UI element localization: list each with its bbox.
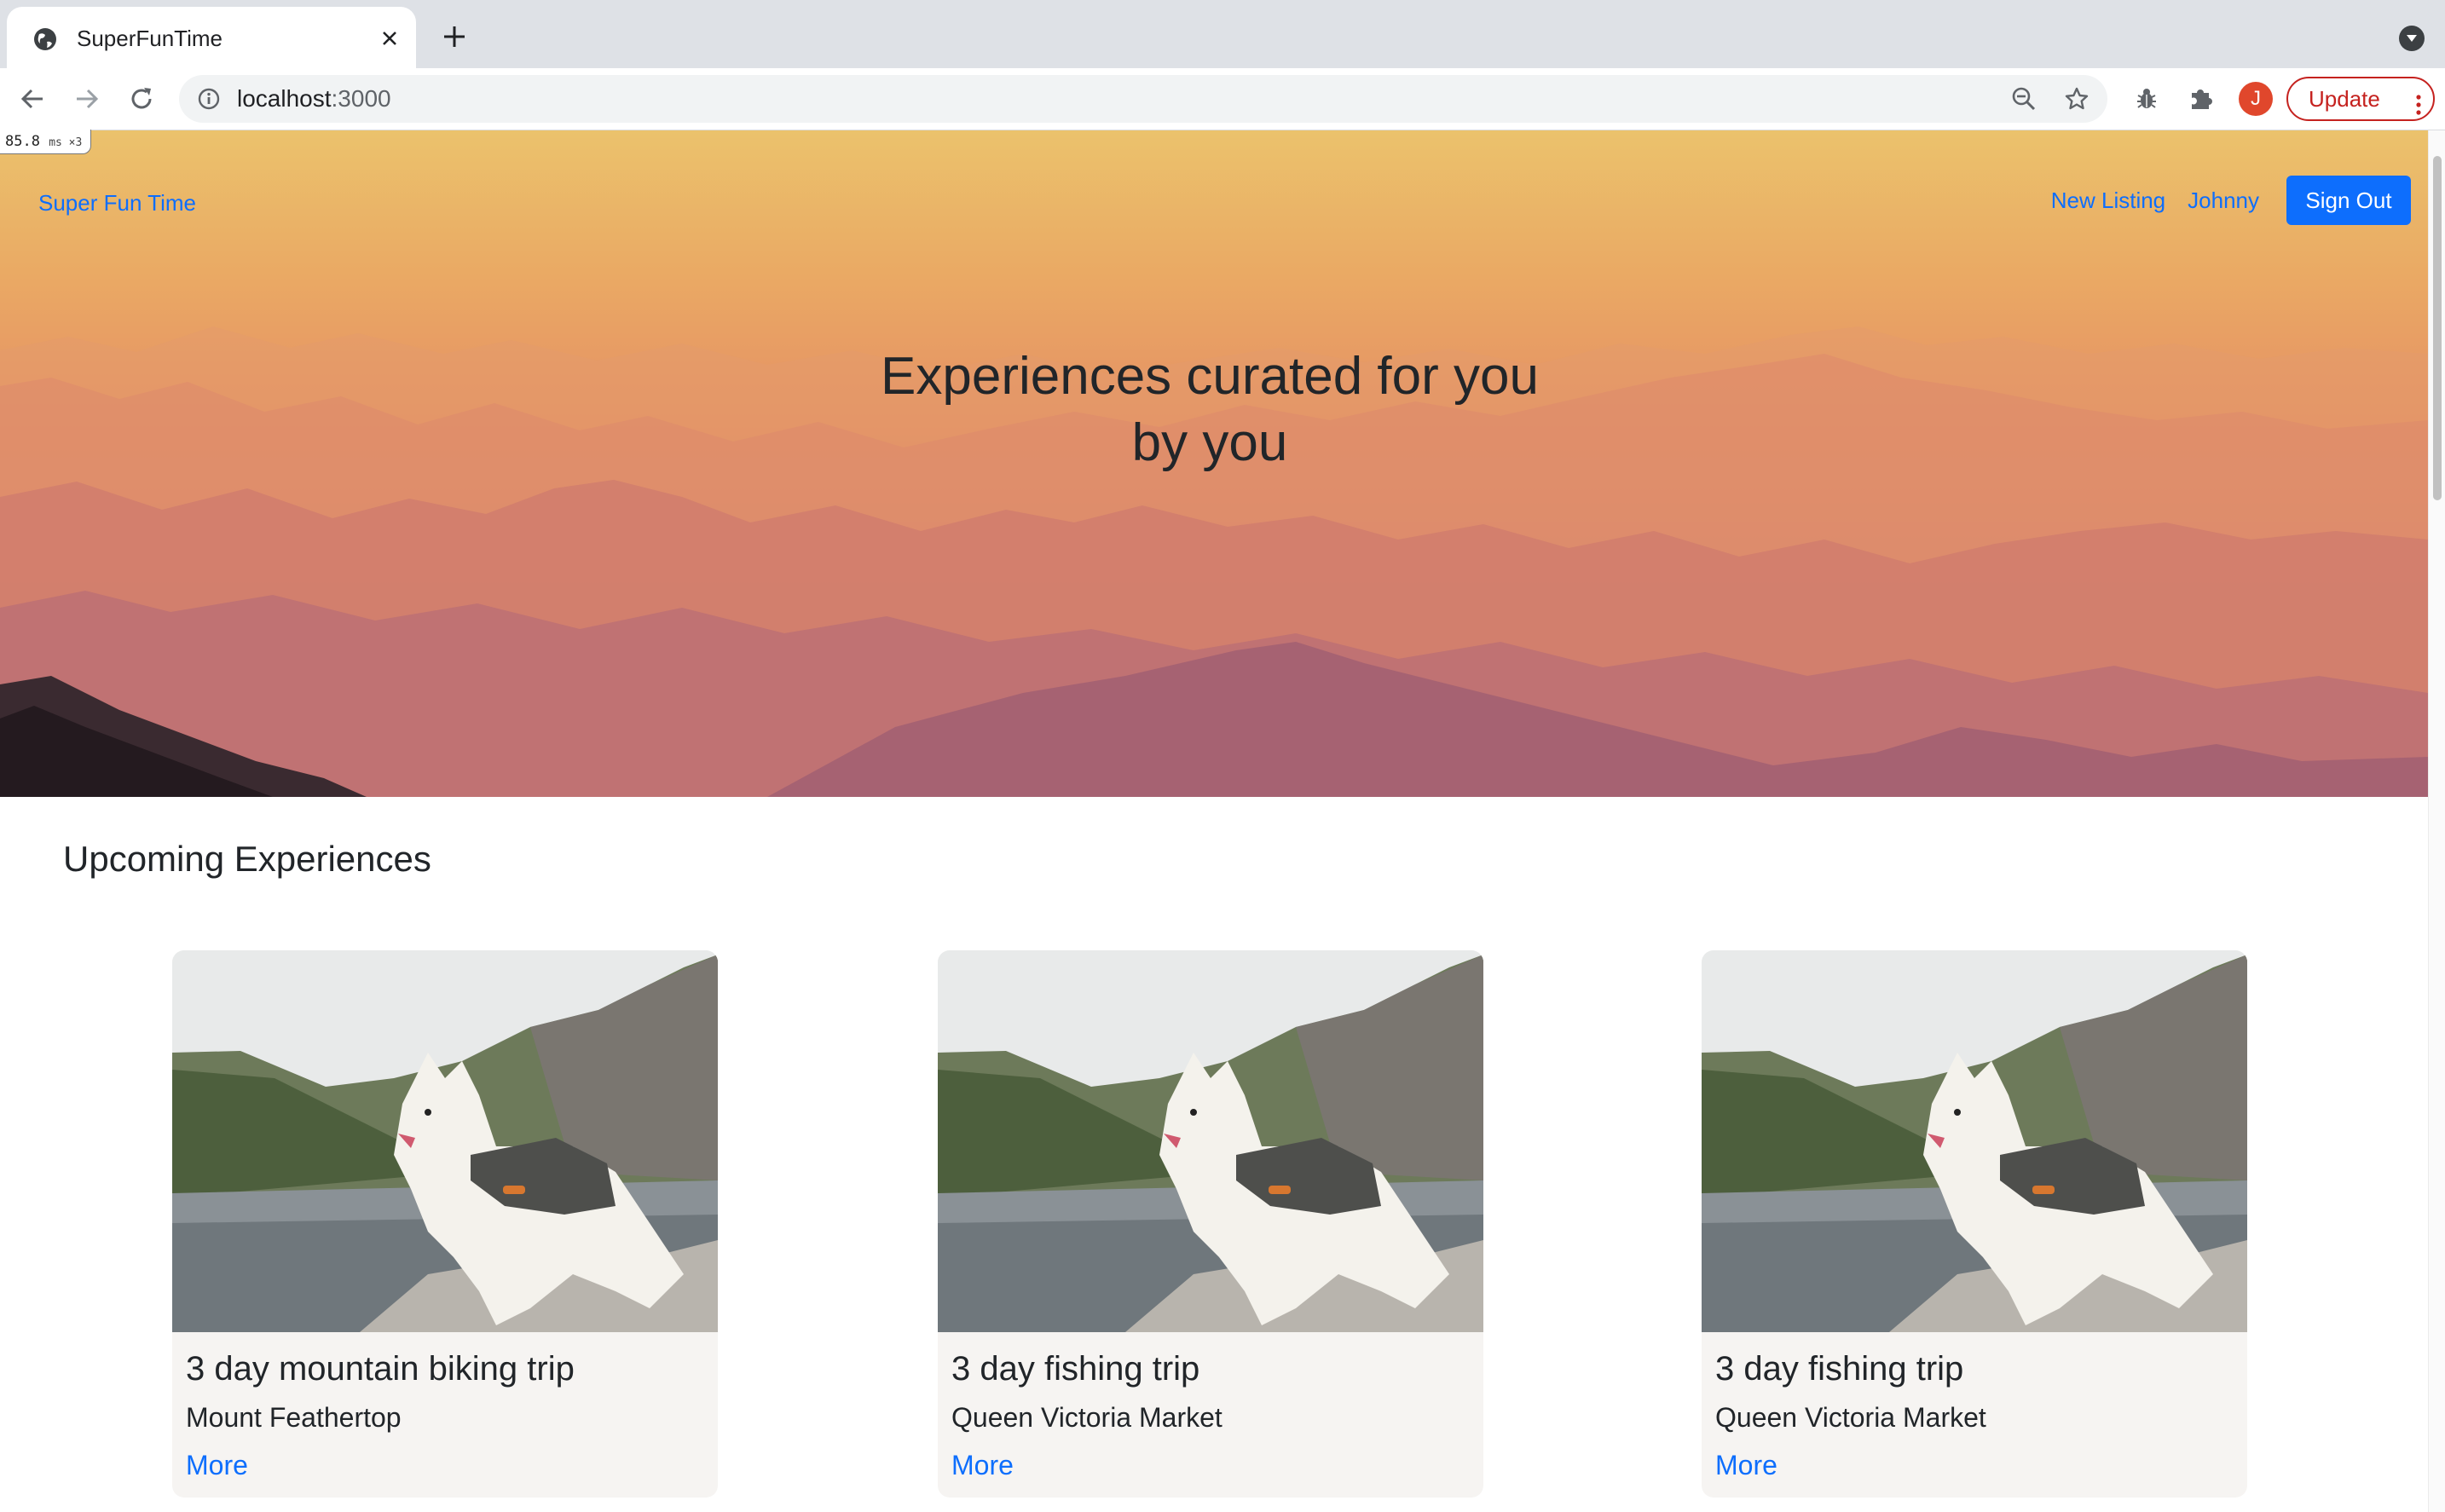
card-more-link[interactable]: More xyxy=(951,1448,1014,1482)
hero-banner: Super Fun Time New Listing Johnny Sign O… xyxy=(0,130,2428,797)
new-listing-link[interactable]: New Listing xyxy=(2051,188,2165,214)
perf-badge: 85.8 ms ×3 xyxy=(0,130,92,154)
card-more-link[interactable]: More xyxy=(1715,1448,1777,1482)
reload-icon[interactable] xyxy=(123,80,160,118)
experience-card[interactable]: 3 day mountain biking trip Mount Feather… xyxy=(172,950,718,1498)
brand-link[interactable]: Super Fun Time xyxy=(38,188,196,217)
dog-photo-image xyxy=(938,950,1483,1332)
update-button[interactable]: Update xyxy=(2286,77,2435,121)
close-icon[interactable] xyxy=(375,24,404,53)
user-link[interactable]: Johnny xyxy=(2188,188,2259,214)
card-title: 3 day fishing trip xyxy=(951,1350,1200,1388)
page-viewport: Super Fun Time New Listing Johnny Sign O… xyxy=(0,130,2428,1512)
card-more-link[interactable]: More xyxy=(186,1448,248,1482)
hero-title: Experiences curated for you by you xyxy=(0,343,2419,476)
address-bar[interactable]: localhost:3000 xyxy=(179,75,2107,123)
card-location: Mount Feathertop xyxy=(186,1402,402,1433)
experience-card[interactable]: 3 day fishing trip Queen Victoria Market… xyxy=(1702,950,2247,1498)
sign-out-button[interactable]: Sign Out xyxy=(2286,176,2411,225)
scrollbar-thumb[interactable] xyxy=(2433,156,2442,500)
card-location: Queen Victoria Market xyxy=(951,1402,1222,1433)
more-vert-icon[interactable] xyxy=(2414,88,2423,115)
browser-tab[interactable]: SuperFunTime xyxy=(7,7,416,68)
puzzle-icon[interactable] xyxy=(2186,84,2217,114)
star-icon[interactable] xyxy=(2063,85,2090,113)
zoom-out-icon[interactable] xyxy=(2010,85,2038,113)
back-arrow-icon[interactable] xyxy=(14,80,51,118)
card-title: 3 day fishing trip xyxy=(1715,1350,1964,1388)
experience-card[interactable]: 3 day fishing trip Queen Victoria Market… xyxy=(938,950,1483,1498)
plus-icon[interactable] xyxy=(439,21,470,52)
page-scrollbar[interactable] xyxy=(2428,130,2445,1512)
card-location: Queen Victoria Market xyxy=(1715,1402,1986,1433)
update-label: Update xyxy=(2309,86,2380,112)
bug-icon[interactable] xyxy=(2131,84,2162,114)
info-icon[interactable] xyxy=(196,86,222,112)
profile-avatar[interactable]: J xyxy=(2239,82,2273,116)
top-nav: New Listing Johnny Sign Out xyxy=(2051,175,2411,226)
globe-icon xyxy=(32,26,58,52)
tab-title: SuperFunTime xyxy=(77,26,223,51)
url-text: localhost:3000 xyxy=(237,85,391,112)
hero-title-line-2: by you xyxy=(1131,413,1288,472)
forward-arrow-icon[interactable] xyxy=(68,80,106,118)
browser-toolbar: localhost:3000 J Update xyxy=(0,68,2445,130)
chevron-down-icon[interactable] xyxy=(2399,26,2425,51)
browser-tab-strip: SuperFunTime xyxy=(0,0,2445,68)
card-title: 3 day mountain biking trip xyxy=(186,1350,575,1388)
hero-title-line-1: Experiences curated for you xyxy=(881,347,1539,406)
dog-photo-image xyxy=(1702,950,2247,1332)
dog-photo-image xyxy=(172,950,718,1332)
section-title: Upcoming Experiences xyxy=(63,839,431,879)
